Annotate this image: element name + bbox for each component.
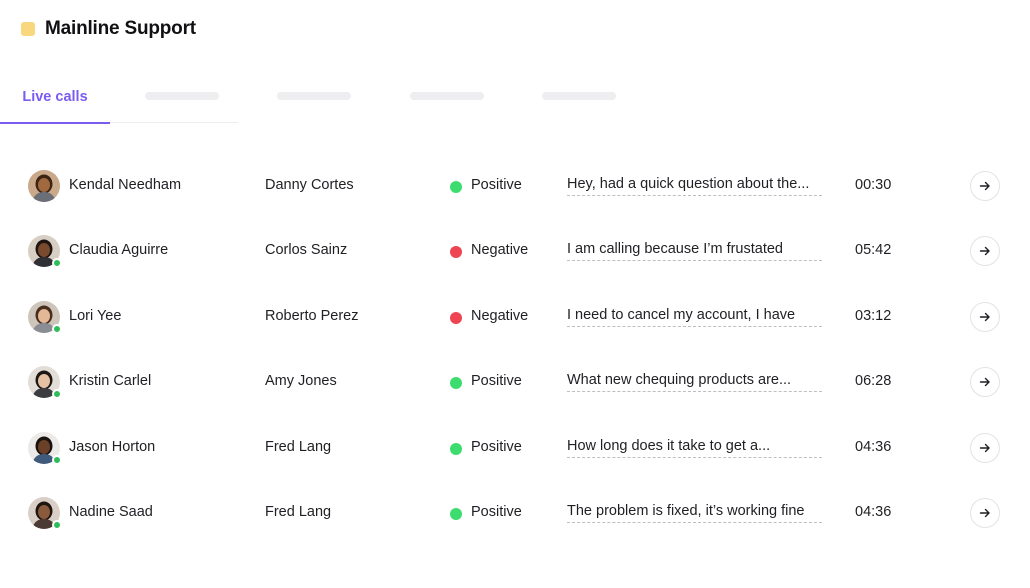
arrow-right-icon — [979, 247, 990, 256]
open-call-button[interactable] — [970, 432, 1000, 463]
open-call-button[interactable] — [970, 171, 1000, 201]
customer-name: Danny Cortes — [265, 177, 354, 193]
arrow-right-icon — [979, 377, 990, 387]
sentiment-label: Negative — [471, 307, 529, 324]
transcript-snippet[interactable]: I need to cancel my account, I have — [567, 307, 822, 327]
customer-name: Corlos Sainz — [265, 242, 348, 259]
sentiment-label: Positive — [471, 373, 522, 390]
customer-name: Fred Lang — [265, 438, 332, 455]
tab-placeholder[interactable] — [410, 92, 484, 100]
agent-name: Lori Yee — [69, 307, 122, 324]
tab-active-indicator — [0, 122, 110, 124]
online-status-icon — [52, 454, 62, 465]
sentiment-label: Positive — [471, 438, 522, 455]
agent-name: Kristin Carlel — [69, 373, 152, 390]
sentiment-dot-icon — [450, 507, 462, 520]
transcript-snippet[interactable]: The problem is fixed, it’s working fine — [567, 503, 822, 523]
sentiment-label: Positive — [471, 177, 522, 193]
sentiment-dot-icon — [450, 311, 462, 324]
call-duration: 04:36 — [855, 438, 892, 455]
table-row: Claudia Aguirre Corlos Sainz Negative I … — [0, 219, 1030, 284]
tab-placeholder[interactable] — [542, 92, 616, 100]
customer-name: Fred Lang — [265, 503, 332, 520]
agent-name: Nadine Saad — [69, 503, 153, 520]
transcript-snippet[interactable]: What new chequing products are... — [567, 372, 822, 393]
tab-placeholder[interactable] — [145, 92, 219, 100]
sentiment-label: Positive — [471, 503, 522, 520]
table-row: Kendal Needham Danny Cortes Positive Hey… — [0, 154, 1030, 219]
call-duration: 04:36 — [855, 503, 892, 520]
call-duration: 03:12 — [855, 307, 892, 324]
sentiment-label: Negative — [471, 242, 529, 259]
sentiment-dot-icon — [450, 246, 462, 259]
arrow-right-icon — [979, 312, 990, 321]
agent-name: Claudia Aguirre — [69, 242, 169, 259]
app-title: Mainline Support — [45, 18, 196, 39]
online-status-icon — [52, 389, 62, 400]
arrow-right-icon — [979, 181, 990, 191]
avatar — [28, 235, 62, 269]
table-row: Kristin Carlel Amy Jones Positive What n… — [0, 350, 1030, 415]
avatar — [28, 366, 62, 400]
tab-bar: Live calls — [0, 84, 238, 124]
sentiment-dot-icon — [450, 181, 462, 193]
agent-name: Jason Horton — [69, 438, 156, 455]
avatar — [28, 300, 62, 334]
online-status-icon — [52, 323, 62, 334]
agent-name: Kendal Needham — [69, 177, 182, 193]
avatar — [28, 496, 62, 530]
live-calls-list: Kendal Needham Danny Cortes Positive Hey… — [0, 154, 1030, 546]
tab-live-calls-label: Live calls — [22, 89, 88, 105]
table-row: Nadine Saad Fred Lang Positive The probl… — [0, 481, 1030, 546]
person-avatar-icon — [28, 170, 60, 202]
online-status-icon — [52, 258, 62, 269]
avatar — [28, 431, 62, 465]
transcript-snippet[interactable]: How long does it take to get a... — [567, 438, 822, 458]
sentiment-dot-icon — [450, 377, 462, 390]
table-row: Lori Yee Roberto Perez Negative I need t… — [0, 285, 1030, 350]
table-row: Jason Horton Fred Lang Positive How long… — [0, 416, 1030, 481]
call-duration: 00:30 — [855, 177, 892, 193]
arrow-right-icon — [979, 508, 990, 518]
tab-live-calls[interactable]: Live calls — [0, 84, 110, 124]
sentiment-dot-icon — [450, 442, 462, 455]
call-duration: 05:42 — [855, 242, 892, 259]
transcript-snippet[interactable]: Hey, had a quick question about the... — [567, 176, 822, 196]
open-call-button[interactable] — [970, 497, 1000, 528]
open-call-button[interactable] — [970, 301, 1000, 332]
online-status-icon — [52, 519, 62, 530]
avatar — [28, 170, 60, 202]
open-call-button[interactable] — [970, 236, 1000, 267]
customer-name: Amy Jones — [265, 373, 337, 390]
square-logo-icon — [21, 22, 35, 36]
call-duration: 06:28 — [855, 373, 892, 390]
arrow-right-icon — [979, 443, 990, 452]
customer-name: Roberto Perez — [265, 307, 359, 324]
tab-placeholder[interactable] — [277, 92, 351, 100]
transcript-snippet[interactable]: I am calling because I’m frustated — [567, 241, 822, 262]
open-call-button[interactable] — [970, 367, 1000, 398]
page-header: Mainline Support — [21, 18, 196, 40]
